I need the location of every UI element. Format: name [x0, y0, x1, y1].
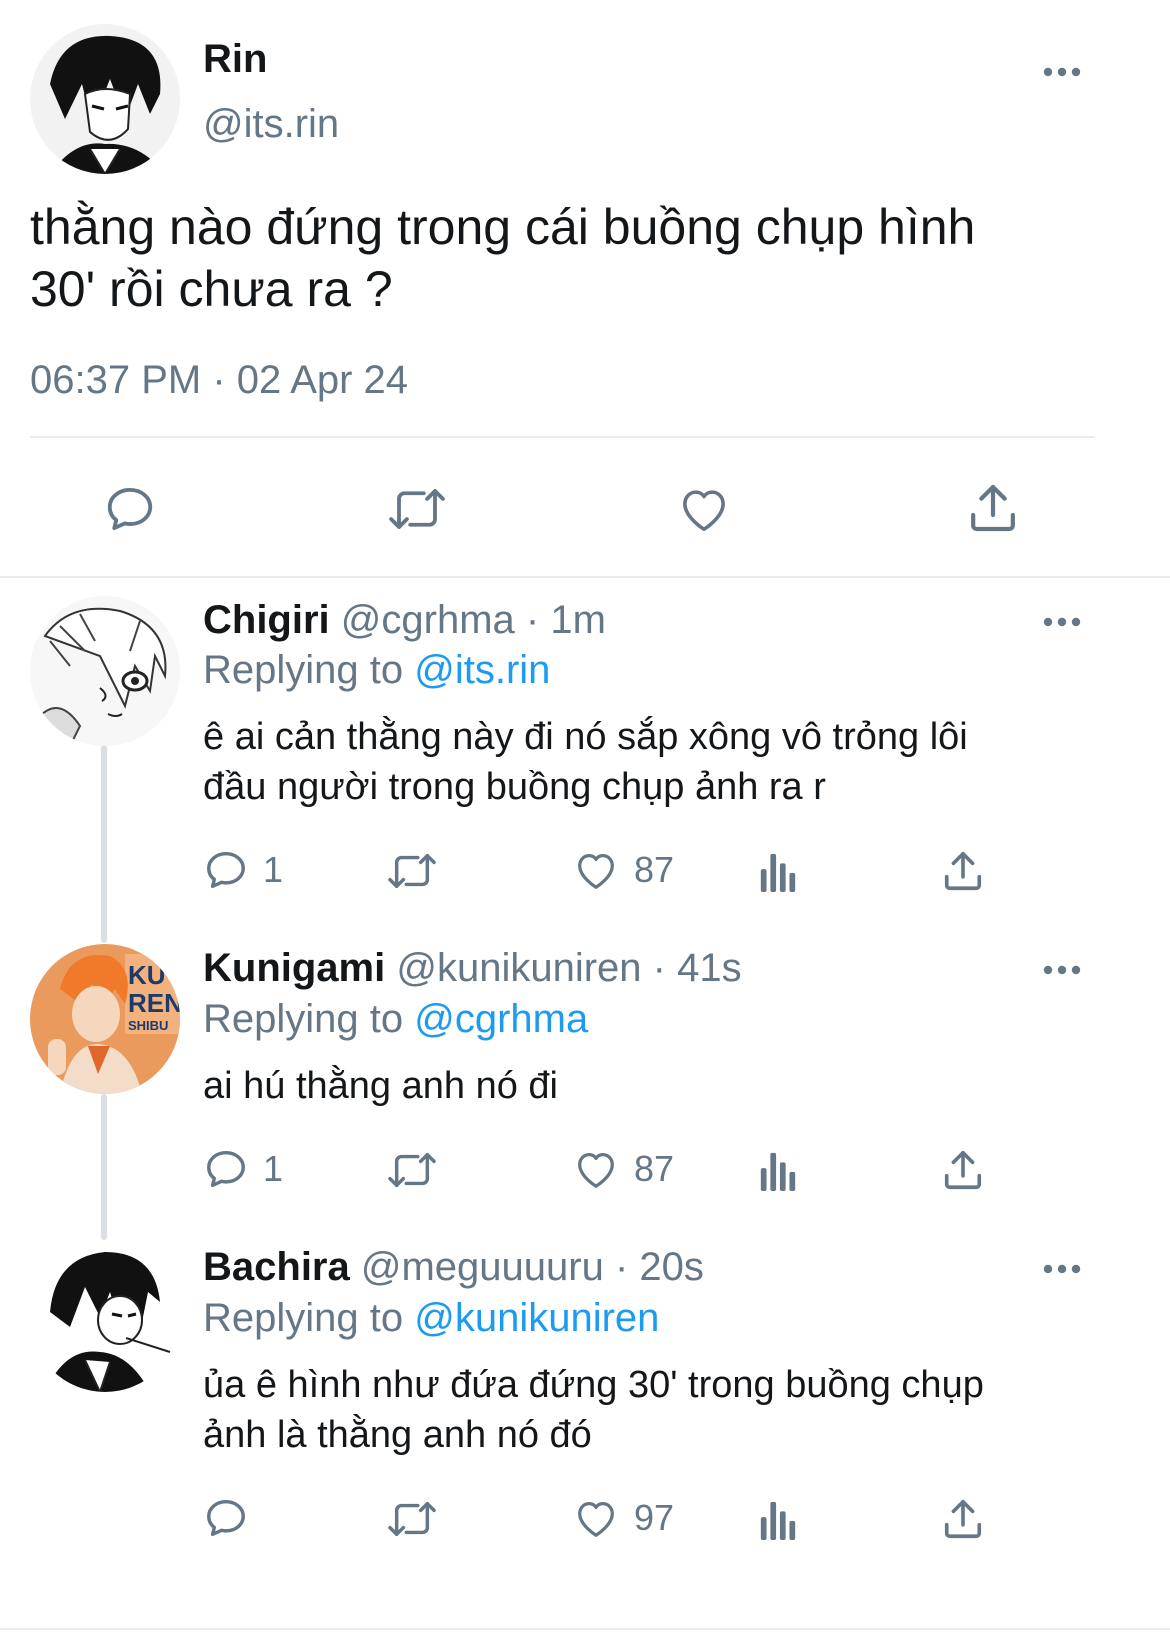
- reply-age: · 1m: [525, 598, 606, 642]
- retweet-icon: [388, 1501, 436, 1537]
- reply-header: Chigiri @cgrhma · 1m: [203, 598, 606, 643]
- like-button[interactable]: [676, 482, 732, 536]
- more-icon[interactable]: [1042, 612, 1082, 632]
- like-icon: [578, 1501, 614, 1537]
- avatar-rin[interactable]: [30, 24, 180, 174]
- retweet-icon: [389, 489, 445, 529]
- reply-icon: [207, 1499, 245, 1537]
- divider: [0, 576, 1170, 578]
- retweet-button[interactable]: [385, 482, 449, 536]
- svg-text:SHIBU: SHIBU: [128, 1018, 168, 1033]
- share-icon: [944, 1150, 982, 1190]
- tweet-text-line: 30' rồi chưa ra ?: [30, 261, 393, 317]
- analytics-icon: [760, 1501, 796, 1540]
- replying-to-link[interactable]: @its.rin: [414, 648, 550, 692]
- divider: [30, 436, 1095, 438]
- reply-author-handle[interactable]: @meguuuuru: [361, 1245, 604, 1289]
- reply-author-name[interactable]: Kunigami: [203, 946, 385, 990]
- replying-to-label: Replying to: [203, 1296, 404, 1340]
- tweet-text-line: thằng nào đứng trong cái buồng chụp hình: [30, 199, 976, 255]
- retweet-button[interactable]: [385, 1147, 439, 1193]
- retweet-button[interactable]: [385, 848, 439, 894]
- svg-text:REN: REN: [128, 988, 180, 1018]
- reply-text-line: ai hú thằng anh nó đi: [203, 1065, 558, 1107]
- reply-count: 1: [263, 1148, 284, 1189]
- like-button[interactable]: 87: [572, 847, 674, 893]
- reply-author-name[interactable]: Bachira: [203, 1245, 350, 1289]
- author-handle[interactable]: @its.rin: [203, 102, 339, 147]
- reply-button[interactable]: [103, 482, 157, 536]
- analytics-icon: [760, 1152, 796, 1191]
- tweet-text: thằng nào đứng trong cái buồng chụp hình…: [30, 196, 975, 320]
- replying-to-link[interactable]: @kunikuniren: [414, 1296, 659, 1340]
- reply-author-name[interactable]: Chigiri: [203, 598, 330, 642]
- reply-text-line: ê ai cản thằng này đi nó sắp xông vô trỏ…: [203, 716, 968, 758]
- svg-text:KU: KU: [128, 960, 166, 990]
- reply-count: 1: [263, 849, 284, 890]
- like-icon: [578, 1152, 614, 1188]
- reply-text: ê ai cản thằng này đi nó sắp xông vô trỏ…: [203, 712, 968, 812]
- reply-text: ai hú thằng anh nó đi: [203, 1061, 558, 1111]
- separator-dot: ·: [212, 358, 226, 402]
- reply-icon: [107, 487, 153, 531]
- reply-icon: [207, 1150, 245, 1188]
- analytics-button[interactable]: [758, 850, 798, 892]
- share-button[interactable]: [940, 1496, 986, 1542]
- thread-line: [101, 745, 107, 943]
- replying-to-link[interactable]: @cgrhma: [414, 997, 588, 1041]
- reply-text-line: đầu người trong buồng chụp ảnh ra r: [203, 766, 826, 808]
- reply-age: · 41s: [652, 946, 742, 990]
- replying-to: Replying to @kunikuniren: [203, 1296, 659, 1341]
- replying-to: Replying to @cgrhma: [203, 997, 588, 1042]
- avatar-kunigami[interactable]: KU REN SHIBU: [30, 944, 180, 1094]
- reply-icon: [207, 851, 245, 889]
- reply-header: Bachira @meguuuuru · 20s: [203, 1245, 704, 1290]
- reply-button[interactable]: 1: [203, 847, 283, 893]
- reply-button[interactable]: [203, 1495, 263, 1541]
- like-button[interactable]: 97: [572, 1495, 674, 1541]
- retweet-button[interactable]: [385, 1496, 439, 1542]
- avatar-bachira[interactable]: [30, 1242, 180, 1392]
- like-icon: [578, 853, 614, 889]
- share-icon: [944, 1499, 982, 1539]
- share-button[interactable]: [940, 1147, 986, 1193]
- analytics-icon: [760, 853, 796, 892]
- like-button[interactable]: 87: [572, 1146, 674, 1192]
- replying-to: Replying to @its.rin: [203, 648, 550, 693]
- like-count: 87: [634, 1148, 675, 1189]
- reply-button[interactable]: 1: [203, 1146, 283, 1192]
- tweet-timestamp[interactable]: 06:37 PM · 02 Apr 24: [30, 358, 408, 403]
- replying-to-label: Replying to: [203, 997, 404, 1041]
- like-count: 97: [634, 1497, 675, 1538]
- share-icon: [944, 851, 982, 891]
- reply-text: ủa ê hình như đứa đứng 30' trong buồng c…: [203, 1360, 984, 1460]
- author-name[interactable]: Rin: [203, 37, 267, 82]
- reply-age: · 20s: [614, 1245, 704, 1289]
- divider: [0, 1628, 1170, 1630]
- reply-text-line: ủa ê hình như đứa đứng 30' trong buồng c…: [203, 1364, 984, 1406]
- share-icon: [971, 484, 1015, 532]
- more-icon[interactable]: [1042, 62, 1082, 82]
- tweet-date: 02 Apr 24: [236, 358, 409, 402]
- share-button[interactable]: [940, 848, 986, 894]
- like-count: 87: [634, 849, 675, 890]
- reply-author-handle[interactable]: @cgrhma: [341, 598, 515, 642]
- retweet-icon: [388, 853, 436, 889]
- thread-line: [101, 1094, 107, 1240]
- avatar-chigiri[interactable]: [30, 596, 180, 746]
- more-icon[interactable]: [1042, 1259, 1082, 1279]
- reply-header: Kunigami @kunikuniren · 41s: [203, 946, 742, 991]
- tweet-time: 06:37 PM: [30, 358, 202, 402]
- like-icon: [683, 490, 725, 532]
- reply-text-line: ảnh là thằng anh nó đó: [203, 1414, 592, 1456]
- analytics-button[interactable]: [758, 1149, 798, 1191]
- more-icon[interactable]: [1042, 960, 1082, 980]
- replying-to-label: Replying to: [203, 648, 404, 692]
- retweet-icon: [388, 1152, 436, 1188]
- share-button[interactable]: [965, 480, 1021, 536]
- reply-author-handle[interactable]: @kunikuniren: [396, 946, 641, 990]
- analytics-button[interactable]: [758, 1498, 798, 1540]
